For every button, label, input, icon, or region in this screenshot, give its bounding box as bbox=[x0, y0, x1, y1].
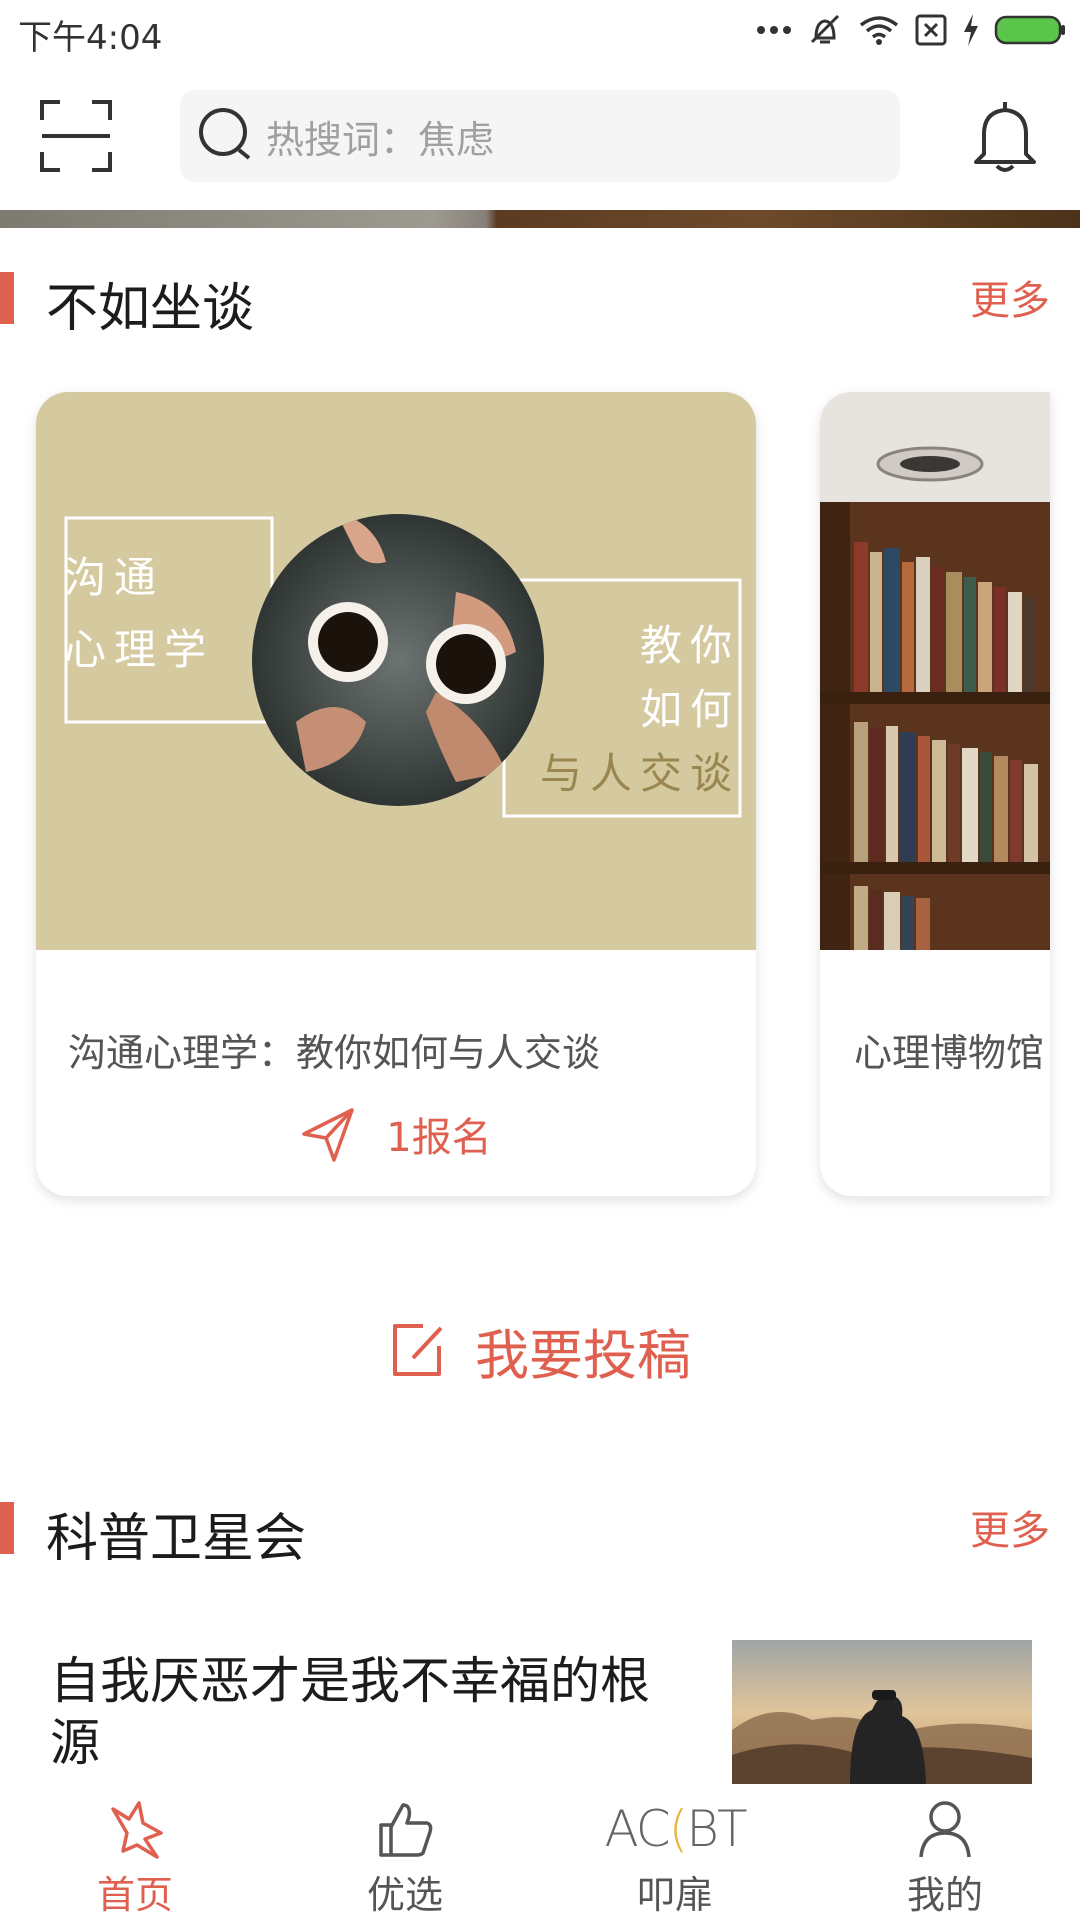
nav-item-home[interactable]: 首页 bbox=[0, 1784, 270, 1920]
scan-button[interactable] bbox=[38, 98, 114, 174]
search-placeholder: 热搜词：焦虑 bbox=[266, 117, 495, 162]
article-title[interactable]: 自我厌恶才是我不幸福的根源 bbox=[50, 1650, 670, 1774]
edit-icon bbox=[393, 1324, 443, 1376]
section-title: 科普卫星会 bbox=[46, 1509, 307, 1569]
thumbs-up-icon bbox=[375, 1798, 435, 1860]
wifi-icon bbox=[858, 13, 900, 47]
acbt-logo: AC(BT bbox=[604, 1800, 747, 1858]
bell-icon bbox=[974, 102, 1036, 172]
section-title: 不如坐谈 bbox=[46, 279, 255, 339]
event-card[interactable]: 心理博物馆 bbox=[820, 392, 1050, 1196]
search-icon bbox=[196, 105, 258, 167]
image-text-left: 沟通 心理学 bbox=[64, 553, 215, 674]
more-link[interactable]: 更多 bbox=[970, 268, 1050, 326]
section-accent-bar bbox=[0, 272, 14, 324]
person-icon bbox=[917, 1798, 973, 1860]
submit-article-button[interactable]: 我要投稿 bbox=[0, 1310, 1080, 1390]
notification-button[interactable] bbox=[970, 98, 1040, 178]
image-text-right: 教你 如何 与人交谈 bbox=[539, 621, 740, 798]
bottom-nav: 首页 优选 AC(BT 叩扉 我的 bbox=[0, 1784, 1080, 1920]
status-bar: 下午4:04 bbox=[0, 0, 1080, 62]
battery-icon bbox=[994, 14, 1066, 46]
nav-label: 我的 bbox=[906, 1873, 983, 1917]
more-link[interactable]: 更多 bbox=[970, 1498, 1050, 1556]
article-thumbnail[interactable] bbox=[732, 1640, 1032, 1784]
section-header-science: 科普卫星会 更多 bbox=[0, 1488, 1080, 1569]
signup-button[interactable]: 1报名 bbox=[36, 1104, 756, 1164]
status-time: 下午4:04 bbox=[18, 18, 163, 58]
section-header-talk: 不如坐谈 更多 bbox=[0, 258, 1080, 339]
nav-item-featured[interactable]: 优选 bbox=[270, 1784, 540, 1920]
nav-item-knock[interactable]: AC(BT 叩扉 bbox=[540, 1784, 810, 1920]
nav-label: 优选 bbox=[366, 1873, 443, 1917]
nav-label: 首页 bbox=[96, 1873, 173, 1917]
event-card[interactable]: 沟通 心理学 教你 如何 与人交谈 沟通心理学：教你如何与人交谈 1报名 bbox=[36, 392, 756, 1196]
charging-icon bbox=[962, 13, 980, 47]
vibrate-off-icon bbox=[806, 12, 844, 48]
nav-label: 叩扉 bbox=[636, 1873, 713, 1917]
send-icon bbox=[302, 1108, 355, 1162]
card-title: 心理博物馆 bbox=[854, 1031, 1045, 1075]
card-image: 沟通 心理学 教你 如何 与人交谈 bbox=[36, 392, 756, 950]
home-star-icon bbox=[105, 1798, 165, 1860]
section-accent-bar bbox=[0, 1502, 14, 1554]
nav-item-profile[interactable]: 我的 bbox=[810, 1784, 1080, 1920]
more-dots-icon bbox=[756, 24, 792, 36]
card-image bbox=[820, 392, 1050, 950]
sim-error-icon bbox=[914, 13, 948, 47]
status-icons bbox=[756, 10, 1066, 50]
card-title: 沟通心理学：教你如何与人交谈 bbox=[68, 1031, 601, 1075]
top-header: 热搜词：焦虑 bbox=[0, 62, 1080, 210]
signup-count: 1报名 bbox=[386, 1115, 492, 1161]
search-input[interactable]: 热搜词：焦虑 bbox=[180, 90, 900, 182]
submit-label: 我要投稿 bbox=[475, 1323, 691, 1387]
banner-image-strip[interactable] bbox=[0, 210, 1080, 228]
scan-icon bbox=[40, 100, 112, 172]
